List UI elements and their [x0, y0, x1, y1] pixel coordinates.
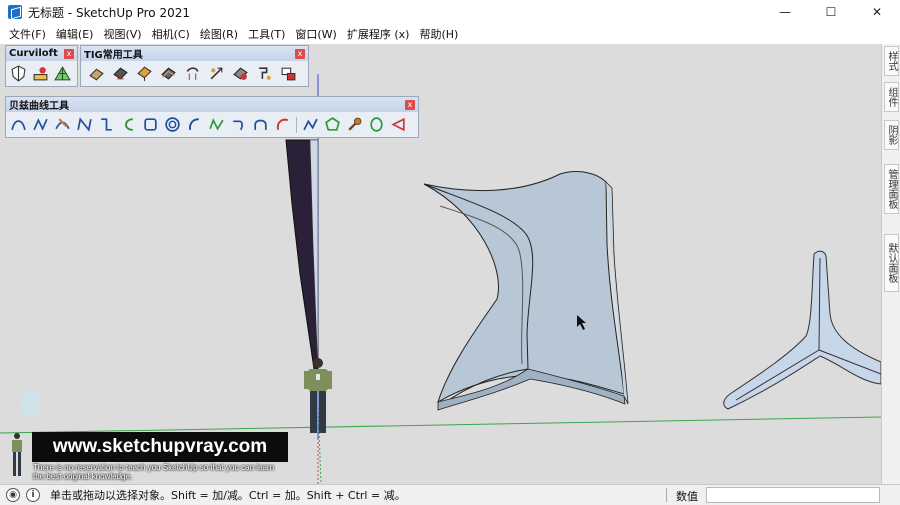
tig-tool-1-icon[interactable]: [87, 64, 106, 83]
status-separator: [666, 488, 667, 502]
n-curve-icon[interactable]: [75, 115, 94, 134]
menu-help[interactable]: 帮助(H): [414, 26, 463, 42]
open-arc-icon[interactable]: [119, 115, 138, 134]
tray-tab-manage[interactable]: 管理面板: [884, 164, 899, 214]
circle-curve-icon[interactable]: [367, 115, 386, 134]
measurements-input[interactable]: [706, 487, 880, 503]
close-icon[interactable]: x: [405, 99, 415, 110]
polygon-curve-icon[interactable]: [323, 115, 342, 134]
menu-view[interactable]: 视图(V): [98, 26, 146, 42]
small-figure: [12, 433, 22, 476]
tray-tab-styles[interactable]: 样式: [884, 46, 899, 76]
loft-triangle-icon[interactable]: [53, 64, 72, 83]
maximize-button[interactable]: ☐: [808, 0, 854, 24]
brush-curve-icon[interactable]: [53, 115, 72, 134]
default-tray: 样式 组件 阴影 管理面板 默认面板: [881, 44, 900, 484]
tig-tool-5-icon[interactable]: [183, 64, 202, 83]
menu-bar: 文件(F) 编辑(E) 视图(V) 相机(C) 绘图(R) 工具(T) 窗口(W…: [0, 24, 900, 44]
green-axis: [0, 416, 881, 434]
tig-tool-3-icon[interactable]: [135, 64, 154, 83]
tig-toolbar-header[interactable]: TIG常用工具 x: [81, 46, 308, 61]
tig-tool-9-icon[interactable]: [279, 64, 298, 83]
tig-tool-4-icon[interactable]: [159, 64, 178, 83]
arc-curve-icon[interactable]: [9, 115, 28, 134]
s-curve-icon[interactable]: [97, 115, 116, 134]
watermark-caption-line2: the best original knowledge.: [33, 472, 133, 481]
line-curve-icon[interactable]: [301, 115, 320, 134]
menu-edit[interactable]: 编辑(E): [51, 26, 99, 42]
toolbar-separator: [296, 116, 297, 133]
loft-skin-icon[interactable]: [31, 64, 50, 83]
menu-tools[interactable]: 工具(T): [243, 26, 290, 42]
tray-tab-components[interactable]: 组件: [884, 82, 899, 112]
tig-tool-7-icon[interactable]: [231, 64, 250, 83]
tig-toolbar: TIG常用工具 x: [80, 45, 309, 87]
status-hint: 单击或拖动以选择对象。Shift = 加/减。Ctrl = 加。Shift + …: [50, 489, 406, 502]
curviloft-toolbar-header[interactable]: Curviloft x: [6, 46, 77, 61]
status-bar: ◉ i 单击或拖动以选择对象。Shift = 加/减。Ctrl = 加。Shif…: [0, 484, 900, 505]
tray-tab-default[interactable]: 默认面板: [884, 234, 899, 292]
title-bar: 无标题 - SketchUp Pro 2021 — ☐ ✕: [0, 0, 900, 24]
wrench-icon[interactable]: [345, 115, 364, 134]
bezier-toolbar-title: 贝兹曲线工具: [9, 101, 69, 112]
tig-tool-2-icon[interactable]: [111, 64, 130, 83]
close-icon[interactable]: x: [64, 48, 74, 59]
bezier-toolbar: 贝兹曲线工具 x: [5, 96, 419, 138]
menu-camera[interactable]: 相机(C): [147, 26, 195, 42]
watermark-caption: There is no reservation to teach you Ske…: [33, 463, 303, 481]
measurements-label: 数值: [676, 490, 698, 503]
menu-extensions[interactable]: 扩展程序 (x): [342, 26, 415, 42]
window-title: 无标题 - SketchUp Pro 2021: [28, 5, 190, 20]
saddle-surface: [423, 171, 625, 404]
sketchup-logo-icon: [8, 5, 22, 19]
zigzag-curve-icon[interactable]: [31, 115, 50, 134]
watermark-banner: www.sketchupvray.com: [32, 432, 288, 462]
red-arc-icon[interactable]: [273, 115, 292, 134]
curviloft-toolbar: Curviloft x: [5, 45, 78, 87]
fan-curve-icon[interactable]: [389, 115, 408, 134]
tig-toolbar-title: TIG常用工具: [84, 50, 143, 61]
wave-curve-icon[interactable]: [207, 115, 226, 134]
hook-curve-icon[interactable]: [229, 115, 248, 134]
curviloft-toolbar-title: Curviloft: [9, 48, 58, 59]
arch-curve-icon[interactable]: [251, 115, 270, 134]
menu-window[interactable]: 窗口(W): [290, 26, 341, 42]
c-arc-icon[interactable]: [185, 115, 204, 134]
minimize-button[interactable]: —: [762, 0, 808, 24]
menu-draw[interactable]: 绘图(R): [195, 26, 243, 42]
info-icon[interactable]: i: [26, 488, 40, 502]
loft-shield-icon[interactable]: [9, 64, 28, 83]
view-ghost-mark: [20, 389, 40, 417]
tig-tool-8-icon[interactable]: [255, 64, 274, 83]
menu-file[interactable]: 文件(F): [4, 26, 51, 42]
close-icon[interactable]: x: [295, 48, 305, 59]
geolocation-icon[interactable]: ◉: [6, 488, 20, 502]
close-button[interactable]: ✕: [854, 0, 900, 24]
tray-tab-shadows[interactable]: 阴影: [884, 120, 899, 150]
window-controls: — ☐ ✕: [762, 0, 900, 24]
tripod-surface: [723, 250, 881, 410]
watermark-caption-line1: There is no reservation to teach you Ske…: [33, 463, 275, 472]
tig-tool-6-icon[interactable]: [207, 64, 226, 83]
bezier-toolbar-header[interactable]: 贝兹曲线工具 x: [6, 97, 418, 112]
spiral-curve-icon[interactable]: [163, 115, 182, 134]
square-curve-icon[interactable]: [141, 115, 160, 134]
